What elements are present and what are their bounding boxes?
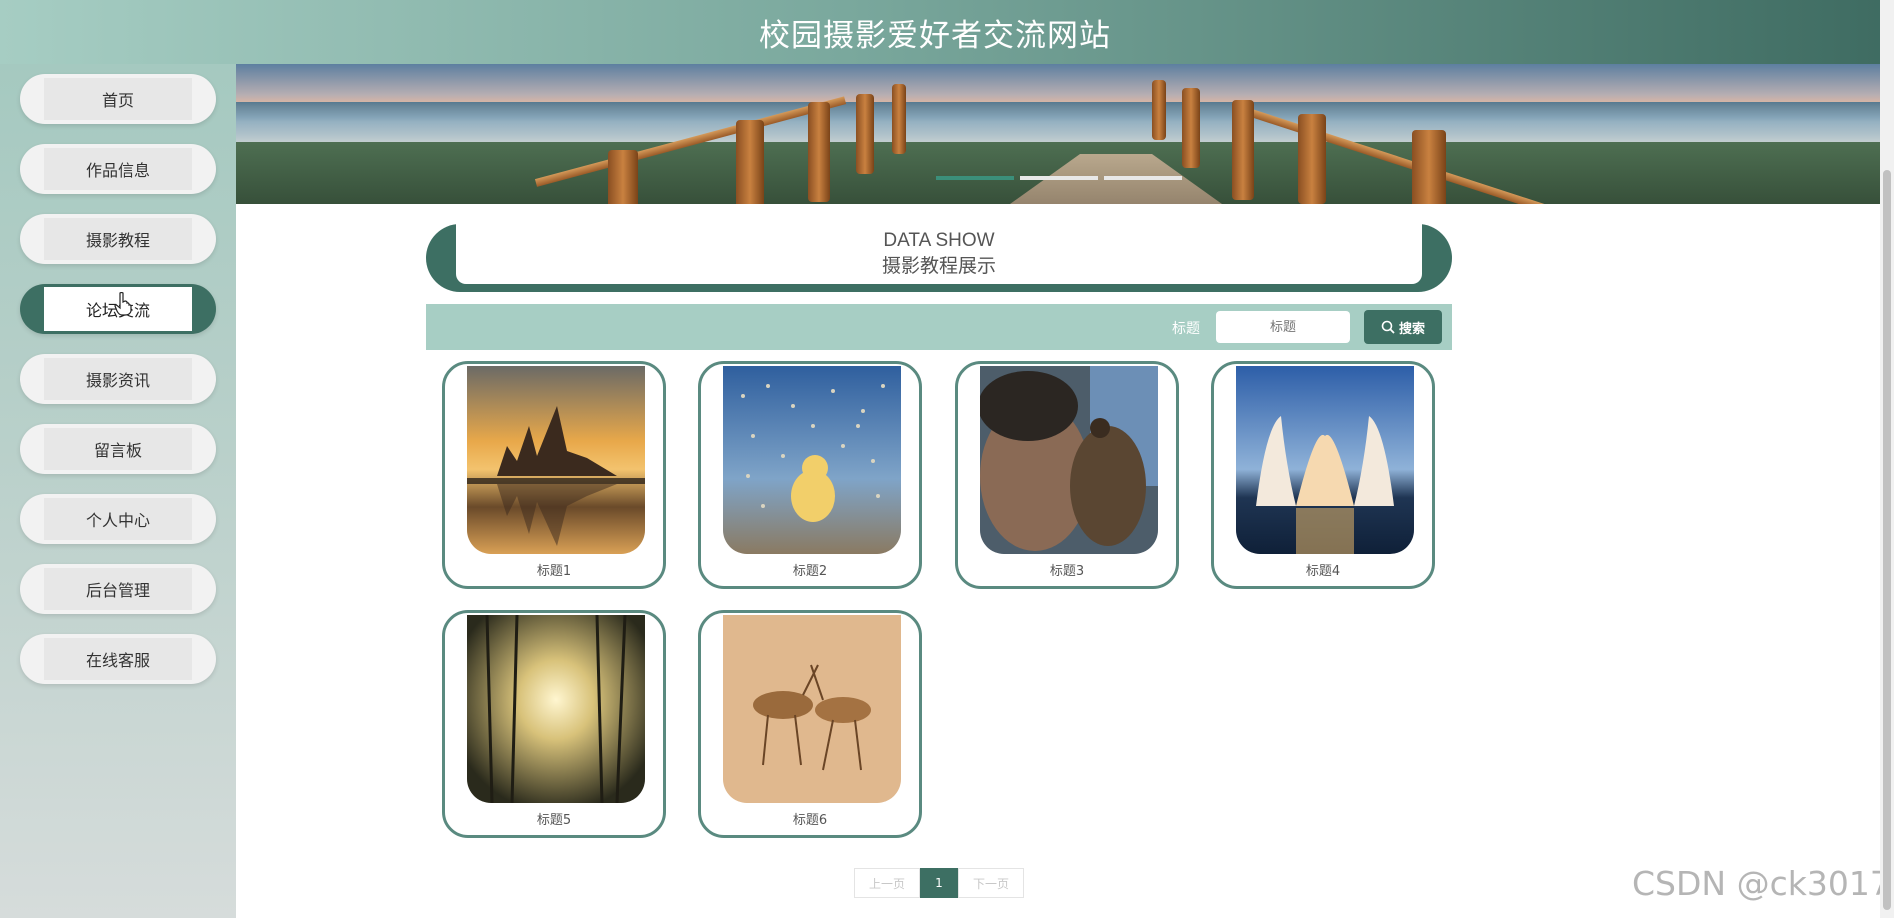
search-button-label: 搜索 (1398, 321, 1425, 337)
sidebar-item-label: 首页 (44, 78, 192, 120)
sidebar-item-support[interactable]: 在线客服 (20, 634, 216, 684)
sidebar-item-label: 在线客服 (44, 638, 192, 680)
scrollbar-thumb[interactable] (1883, 170, 1891, 910)
search-label: 标题 (1172, 321, 1200, 337)
card-photo (723, 366, 901, 554)
sidebar-item-profile[interactable]: 个人中心 (20, 494, 216, 544)
card-title: 标题6 (792, 813, 828, 828)
fence-post (1152, 80, 1166, 140)
search-bar: 标题 搜索 (426, 304, 1452, 350)
fence-post (892, 84, 906, 154)
search-input[interactable] (1216, 311, 1350, 343)
sidebar-item-works[interactable]: 作品信息 (20, 144, 216, 194)
slide-indicator[interactable] (936, 176, 1014, 180)
slide-indicator[interactable] (1104, 176, 1182, 180)
page-1-button[interactable]: 1 (920, 868, 958, 898)
section-heading: DATA SHOW 摄影教程展示 (426, 224, 1452, 292)
sidebar-item-admin[interactable]: 后台管理 (20, 564, 216, 614)
fence-post (1182, 88, 1200, 168)
banner-sea (236, 102, 1880, 142)
sidebar-item-news[interactable]: 摄影资讯 (20, 354, 216, 404)
sidebar-item-tutorials[interactable]: 摄影教程 (20, 214, 216, 264)
search-button[interactable]: 搜索 (1364, 310, 1442, 344)
tutorial-card[interactable]: 标题4 (1211, 361, 1435, 589)
card-photo (1236, 366, 1414, 554)
card-title: 标题3 (1049, 564, 1085, 579)
card-photo (467, 615, 645, 803)
section-title-cn: 摄影教程展示 (881, 255, 996, 277)
card-title: 标题2 (792, 564, 828, 579)
sidebar-item-label: 作品信息 (44, 148, 192, 190)
fence-post (808, 102, 830, 202)
fence-post (608, 150, 638, 204)
hero-banner (236, 64, 1880, 204)
fence-post (1232, 100, 1254, 200)
tutorial-card[interactable]: 标题2 (698, 361, 922, 589)
hand-cursor-icon (114, 292, 132, 316)
search-icon (1381, 320, 1395, 334)
sidebar-item-label: 后台管理 (44, 568, 192, 610)
fence-post (736, 120, 764, 204)
banner-slide-indicators (936, 176, 1182, 180)
site-title: 校园摄影爱好者交流网站 (759, 17, 1111, 54)
tutorial-card[interactable]: 标题3 (955, 361, 1179, 589)
fence-post (1298, 114, 1326, 204)
card-photo (467, 366, 645, 554)
sidebar-item-label: 个人中心 (44, 498, 192, 540)
card-title: 标题1 (536, 564, 572, 579)
card-photo (980, 366, 1158, 554)
page-scrollbar[interactable] (1880, 0, 1894, 918)
fence-post (1412, 130, 1446, 204)
next-page-button[interactable]: 下一页 (958, 868, 1024, 898)
tutorial-card[interactable]: 标题6 (698, 610, 922, 838)
card-photo (723, 615, 901, 803)
watermark: CSDN @ck3017 (1632, 864, 1891, 903)
card-title: 标题4 (1305, 564, 1341, 579)
pagination: 上一页 1 下一页 (854, 868, 1024, 898)
sidebar-nav: 首页 作品信息 摄影教程 论坛交流 摄影资讯 留言板 个人中心 后台管理 在线客… (0, 64, 236, 918)
prev-page-button[interactable]: 上一页 (854, 868, 920, 898)
fence-post (856, 94, 874, 174)
section-title-en: DATA SHOW (883, 230, 995, 251)
sidebar-item-label: 留言板 (44, 428, 192, 470)
tutorial-card[interactable]: 标题5 (442, 610, 666, 838)
sidebar-item-label: 摄影资讯 (44, 358, 192, 400)
section-heading-box: DATA SHOW 摄影教程展示 (456, 224, 1422, 284)
site-header: 校园摄影爱好者交流网站 (0, 0, 1880, 64)
slide-indicator[interactable] (1020, 176, 1098, 180)
sidebar-item-home[interactable]: 首页 (20, 74, 216, 124)
sidebar-item-messages[interactable]: 留言板 (20, 424, 216, 474)
tutorial-card[interactable]: 标题1 (442, 361, 666, 589)
sidebar-item-label: 摄影教程 (44, 218, 192, 260)
card-title: 标题5 (536, 813, 572, 828)
